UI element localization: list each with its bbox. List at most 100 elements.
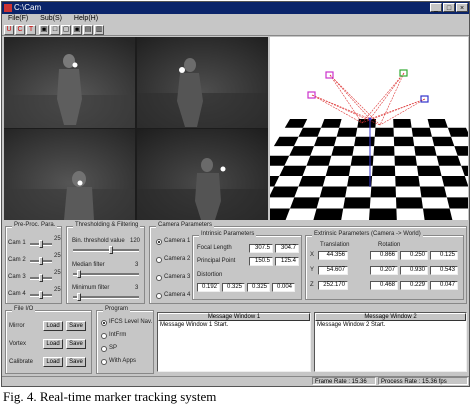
cam4-label: Cam 4 [8, 291, 26, 297]
camera-views [4, 37, 268, 220]
camera-params-group: Camera Parameters Camera 1 Camera 2 Came… [149, 222, 467, 304]
distortion-p1-field[interactable]: 0.325 [247, 283, 270, 292]
distortion-k2-field[interactable]: 0.325 [222, 283, 245, 292]
menu-file[interactable]: File(F) [8, 15, 28, 22]
rotation-2-1-field[interactable]: 0.207 [370, 266, 398, 275]
control-panel: Pre-Proc. Para. Cam 1 25 Cam 2 25 Cam 3 … [2, 222, 469, 386]
program-option-2-radio[interactable] [101, 333, 107, 339]
cam3-label: Cam 3 [8, 274, 26, 280]
mirror-load-button[interactable]: Load [43, 321, 63, 331]
intrinsic-group: Intrinsic Parameters Focal Length 307.5 … [192, 231, 302, 300]
camera4-label: Camera 4 [164, 292, 191, 298]
bin-threshold-slider[interactable] [73, 246, 139, 254]
process-rate-status: Process Rate : 15.36 fps [378, 377, 468, 385]
principal-y-field[interactable]: 125.4 [275, 257, 299, 266]
message-window-2[interactable]: Message Window 2 Message Window 2 Start. [314, 312, 467, 372]
cam4-slider[interactable] [30, 291, 52, 299]
preprocess-group: Pre-Proc. Para. Cam 1 25 Cam 2 25 Cam 3 … [5, 222, 62, 304]
rotation-2-2-field[interactable]: 0.930 [400, 266, 428, 275]
rotation-3-3-field[interactable]: 0.047 [430, 281, 458, 290]
toolbar-t-button[interactable]: T [26, 25, 36, 35]
vortex-label: Vortex [9, 341, 27, 347]
rotation-3-1-field[interactable]: 0.468 [370, 281, 398, 290]
cam1-value: 25 [54, 236, 61, 242]
camera4-radio[interactable] [156, 293, 162, 299]
minimum-filter-slider[interactable] [73, 293, 139, 301]
close-button[interactable]: × [456, 3, 468, 12]
cam4-value: 25 [54, 287, 61, 293]
translation-z-field[interactable]: 252.170 [318, 281, 348, 290]
rotation-2-3-field[interactable]: 0.543 [430, 266, 458, 275]
menu-sub[interactable]: Sub(S) [40, 15, 62, 22]
toolbar-u-button[interactable]: U [4, 25, 14, 35]
toolbar-view4-button[interactable]: ▣ [72, 25, 82, 35]
toolbar-view3-button[interactable]: ▢ [61, 25, 71, 35]
distortion-k1-field[interactable]: 0.192 [197, 283, 220, 292]
distortion-p2-field[interactable]: 0.004 [272, 283, 295, 292]
median-filter-slider[interactable] [73, 270, 139, 278]
cam1-label: Cam 1 [8, 240, 26, 246]
camera2-radio[interactable] [156, 257, 162, 263]
intrinsic-title: Intrinsic Parameters [199, 231, 257, 237]
cam1-slider[interactable] [30, 240, 52, 248]
camera3-radio[interactable] [156, 275, 162, 281]
calibrate-save-button[interactable]: Save [66, 357, 86, 367]
rotation-1-1-field[interactable]: 0.866 [370, 251, 398, 260]
program-option-3-radio[interactable] [101, 346, 107, 352]
focal-x-field[interactable]: 307.5 [249, 244, 273, 253]
distortion-label: Distortion [197, 272, 223, 278]
toolbar-view1-button[interactable]: ▣ [39, 25, 49, 35]
program-option-1-radio[interactable] [101, 320, 107, 326]
toolbar-c-button[interactable]: C [15, 25, 25, 35]
file-io-title: File I/O [12, 306, 36, 312]
rotation-1-2-field[interactable]: 0.250 [400, 251, 428, 260]
minimum-filter-value: 3 [135, 285, 139, 291]
app-window: C:\Cam _ □ × File(F) Sub(S) Help(H) U C … [1, 1, 470, 387]
translation-label: Translation [320, 242, 350, 248]
program-title: Program [103, 306, 131, 312]
camera-params-title: Camera Parameters [156, 222, 215, 228]
menu-bar: File(F) Sub(S) Help(H) [2, 14, 469, 24]
maximize-button[interactable]: □ [443, 3, 455, 12]
camera1-radio[interactable] [156, 239, 162, 245]
toolbar-view5-button[interactable]: ▤ [83, 25, 93, 35]
cam2-label: Cam 2 [8, 257, 26, 263]
program-option-4-radio[interactable] [101, 359, 107, 365]
focal-length-label: Focal Length [197, 245, 232, 251]
threshold-title: Thresholding & Filtering [73, 222, 141, 228]
rotation-1-3-field[interactable]: 0.125 [430, 251, 458, 260]
app-icon [4, 4, 12, 12]
camera-view-4 [137, 129, 268, 220]
cam3-slider[interactable] [30, 274, 52, 282]
camera-view-1 [4, 37, 135, 128]
translation-y-field[interactable]: 54.607 [318, 266, 348, 275]
camera1-label: Camera 1 [164, 238, 191, 244]
minimum-filter-label: Minimum filter [72, 285, 110, 291]
focal-y-field[interactable]: 304.7 [275, 244, 299, 253]
axis-z-label: Z [310, 282, 314, 288]
principal-x-field[interactable]: 150.5 [249, 257, 273, 266]
frame-rate-status: Frame Rate : 15.36 fps [312, 377, 376, 385]
axis-y-label: Y [310, 267, 315, 273]
program-option-2-label: IntFrm [109, 332, 127, 338]
translation-x-field[interactable]: 44.356 [318, 251, 348, 260]
camera-view-2 [137, 37, 268, 128]
message-window-1-text: Message Window 1 Start. [160, 322, 229, 328]
threshold-group: Thresholding & Filtering Bin. threshold … [66, 222, 145, 304]
message-window-1-header: Message Window 1 [158, 313, 310, 321]
calibrate-load-button[interactable]: Load [43, 357, 63, 367]
rotation-label: Rotation [378, 242, 401, 248]
mirror-label: Mirror [9, 323, 25, 329]
rotation-3-2-field[interactable]: 0.229 [400, 281, 428, 290]
file-io-group: File I/O Mirror Load Save Vortex Load Sa… [5, 306, 92, 374]
vortex-load-button[interactable]: Load [43, 339, 63, 349]
toolbar-view6-button[interactable]: ▥ [94, 25, 104, 35]
message-window-1[interactable]: Message Window 1 Message Window 1 Start. [157, 312, 311, 372]
minimize-button[interactable]: _ [430, 3, 442, 12]
vortex-save-button[interactable]: Save [66, 339, 86, 349]
message-window-2-text: Message Window 2 Start. [317, 322, 386, 328]
cam2-slider[interactable] [30, 257, 52, 265]
mirror-save-button[interactable]: Save [66, 321, 86, 331]
toolbar-view2-button[interactable]: □ [50, 25, 60, 35]
menu-help[interactable]: Help(H) [74, 15, 98, 22]
